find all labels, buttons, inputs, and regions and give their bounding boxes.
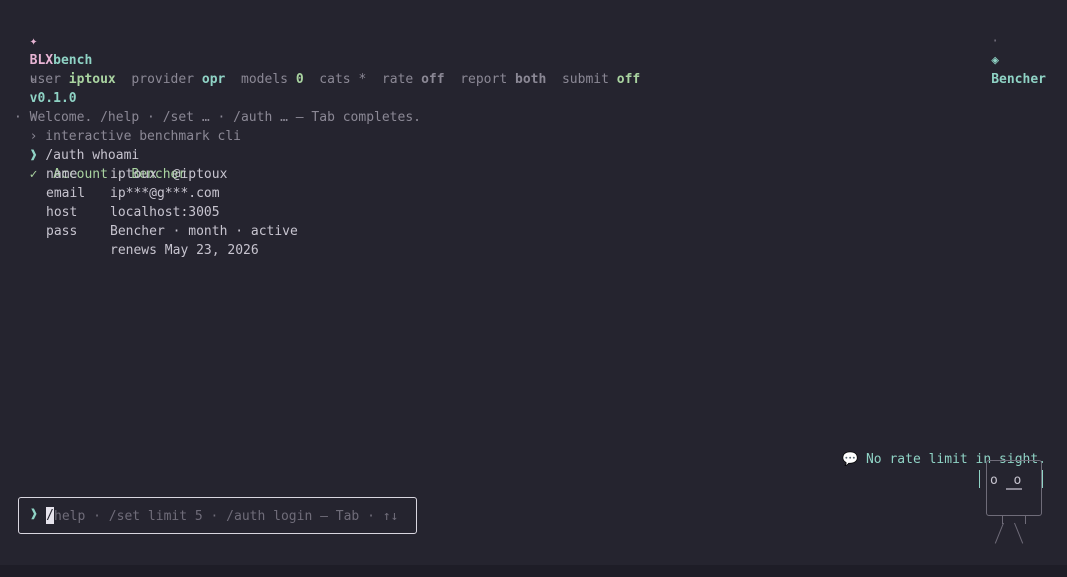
status-value-report: both bbox=[515, 72, 547, 87]
status-key-cats: cats bbox=[319, 72, 351, 87]
version-label: v0.1.0 bbox=[29, 91, 77, 106]
result-row: email ip***@g***.com bbox=[46, 184, 220, 203]
status-value-submit: off bbox=[616, 72, 641, 87]
account-indicator: · ◈ Bencher bbox=[976, 13, 1046, 89]
row-value: Bencher · month · active bbox=[110, 224, 298, 239]
diamond-icon: ◈ bbox=[991, 53, 1000, 68]
robot-left-leg bbox=[994, 522, 1004, 544]
command-input[interactable]: ❱ / help · /set limit 5 · /auth login — … bbox=[18, 497, 417, 534]
robot-neck-right bbox=[1025, 516, 1026, 524]
text-cursor: / bbox=[46, 507, 54, 524]
row-value: iptoux @iptoux bbox=[110, 167, 228, 182]
robot-left-ear bbox=[979, 470, 980, 488]
row-value: renews May 23, 2026 bbox=[110, 243, 259, 258]
robot-mouth bbox=[1006, 488, 1022, 490]
speech-bubble-icon: 💬 bbox=[841, 452, 859, 467]
result-row: renews May 23, 2026 bbox=[46, 241, 259, 260]
row-value: localhost:3005 bbox=[110, 205, 220, 220]
result-row: host localhost:3005 bbox=[46, 203, 220, 222]
input-placeholder: help · /set limit 5 · /auth login — Tab … bbox=[54, 509, 399, 524]
bottom-bar bbox=[0, 565, 1067, 577]
welcome-message: · Welcome. /help · /set … · /auth … — Ta… bbox=[14, 110, 421, 125]
row-label: email bbox=[46, 186, 86, 201]
status-value-provider: opr bbox=[201, 72, 226, 87]
result-row: pass Bencher · month · active bbox=[46, 222, 298, 241]
status-key-user: user bbox=[29, 72, 61, 87]
sparkle-icon: ✦ bbox=[29, 34, 38, 49]
input-prompt-icon: ❱ bbox=[30, 507, 38, 522]
result-row: name iptoux @iptoux bbox=[46, 165, 227, 184]
status-key-provider: provider bbox=[131, 72, 195, 87]
account-separator: · bbox=[991, 34, 1000, 49]
status-value-user: iptoux bbox=[68, 72, 116, 87]
status-key-models: models bbox=[241, 72, 288, 87]
status-key-report: report bbox=[460, 72, 508, 87]
row-label: pass bbox=[46, 224, 78, 239]
row-value: ip***@g***.com bbox=[110, 186, 220, 201]
status-line: user iptoux provider opr models 0 cats *… bbox=[14, 51, 641, 89]
status-value-cats: * bbox=[358, 72, 367, 87]
account-name: Bencher bbox=[991, 72, 1046, 87]
check-icon: ✓ bbox=[29, 167, 38, 182]
robot-right-ear bbox=[1042, 470, 1043, 488]
status-key-rate: rate bbox=[381, 72, 414, 87]
status-value-rate: off bbox=[421, 72, 445, 87]
robot-right-leg bbox=[1014, 522, 1024, 544]
status-key-submit: submit bbox=[561, 72, 609, 87]
status-value-models: 0 bbox=[295, 72, 304, 87]
row-label: host bbox=[46, 205, 78, 220]
row-label: name bbox=[46, 167, 78, 182]
